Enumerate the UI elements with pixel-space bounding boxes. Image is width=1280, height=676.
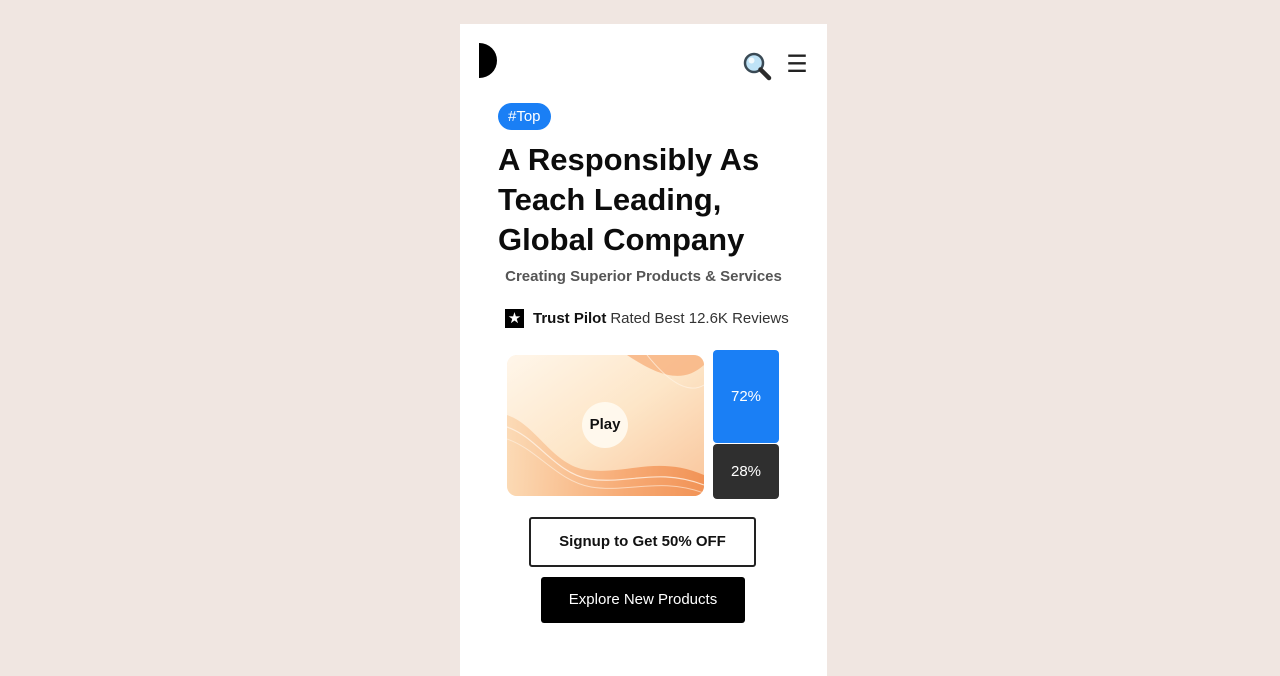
video-thumbnail[interactable]: Play: [507, 355, 704, 496]
logo-icon[interactable]: [479, 43, 497, 78]
search-icon[interactable]: [741, 50, 773, 82]
tag-badge[interactable]: #Top: [498, 103, 551, 130]
signup-label-suffix: Get 50% OFF: [632, 533, 726, 550]
stat-secondary: 28%: [713, 444, 779, 499]
mobile-page: ☰ #Top A Responsibly As Teach Leading, G…: [460, 24, 827, 676]
star-icon: ★: [505, 308, 524, 328]
play-button[interactable]: Play: [582, 402, 628, 448]
stat-primary: 72%: [713, 350, 779, 443]
trust-text: Rated Best 12.6K Reviews: [610, 309, 789, 327]
trust-brand: Trust Pilot: [533, 309, 607, 327]
trust-rating: ★ Trust Pilot Rated Best 12.6K Reviews: [505, 307, 789, 329]
page-headline: A Responsibly As Teach Leading, Global C…: [498, 142, 760, 257]
page-subtitle: Creating Superior Products & Services: [460, 268, 827, 285]
signup-label-prefix: Signup to: [559, 533, 629, 550]
explore-products-button[interactable]: Explore New Products: [541, 577, 745, 623]
hamburger-menu-icon[interactable]: ☰: [786, 52, 808, 78]
subtitle-text: Creating Superior Products & Services: [505, 268, 782, 285]
signup-button[interactable]: Signup to Get 50% OFF: [529, 517, 756, 567]
